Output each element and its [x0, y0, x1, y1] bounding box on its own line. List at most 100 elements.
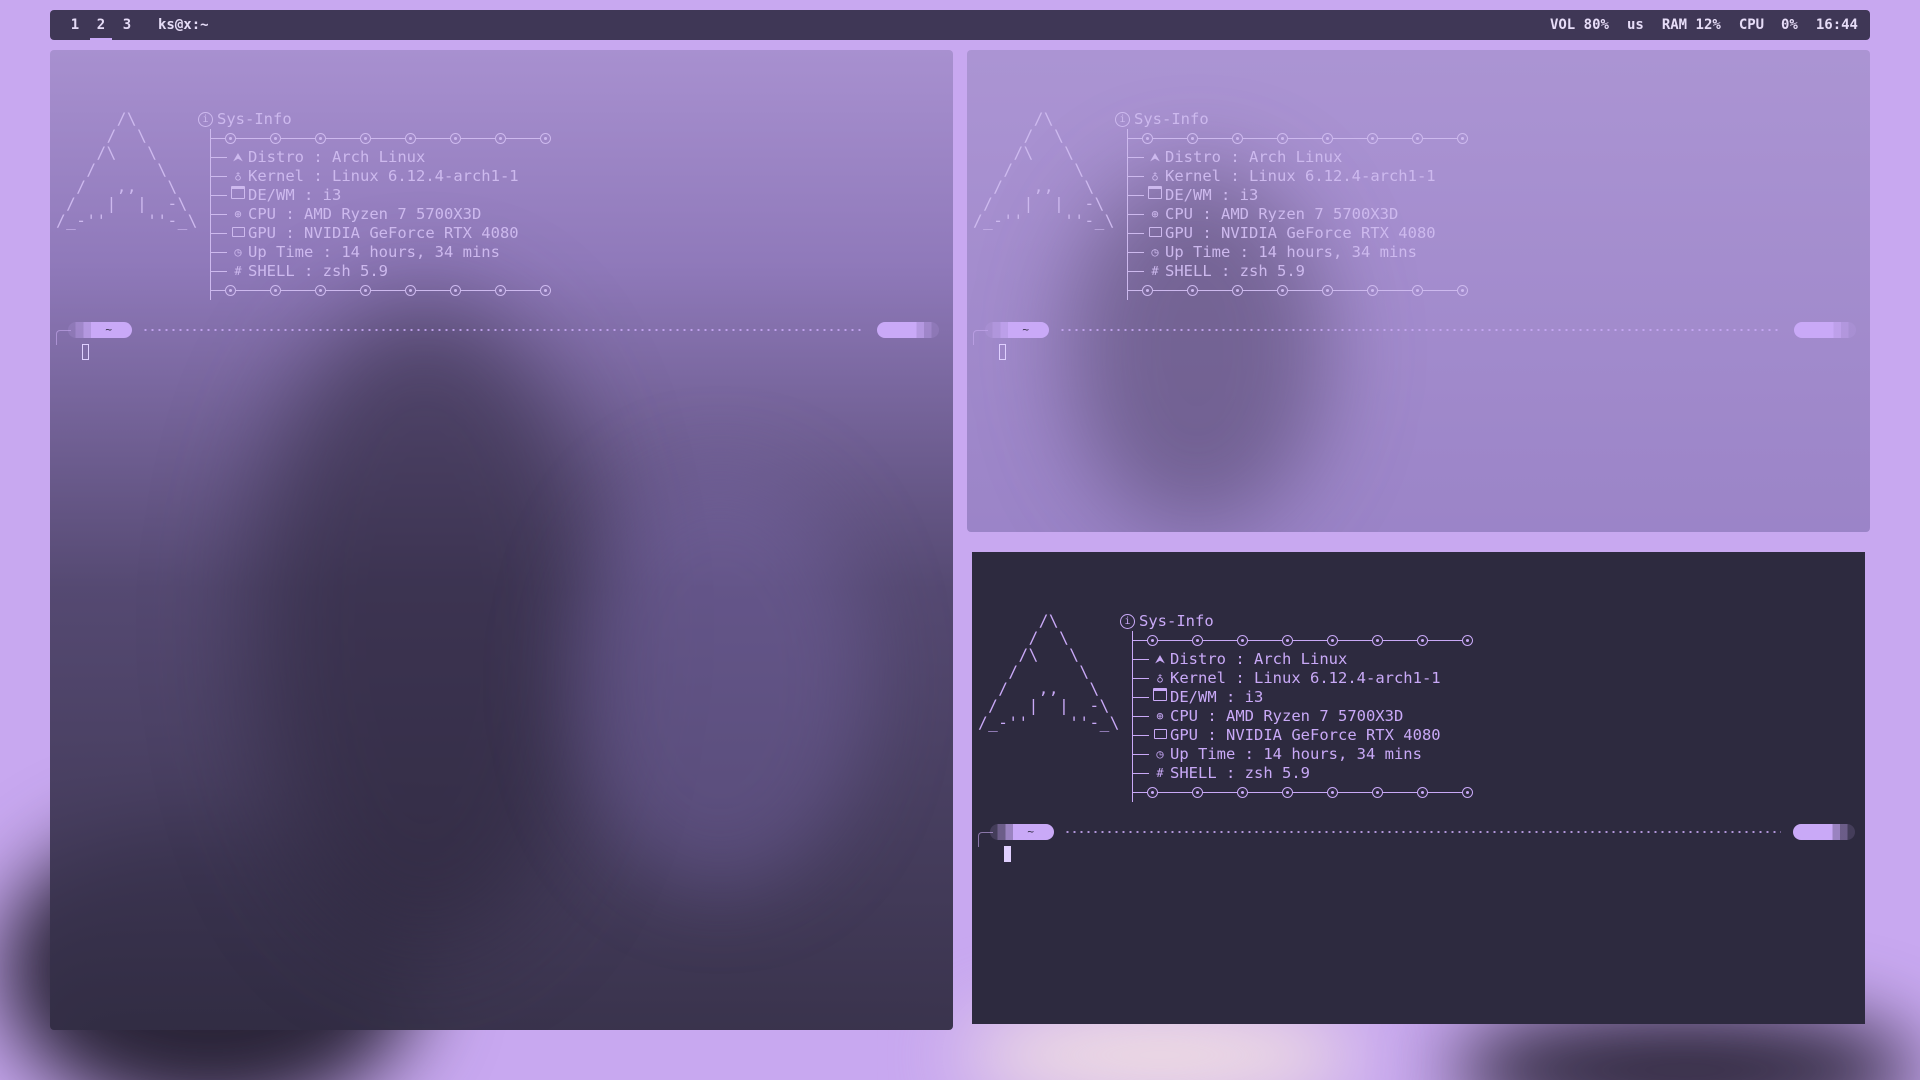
- tree-node-icon: [1237, 635, 1248, 646]
- sysinfo-row-distro: ⮝ Distro : Arch Linux: [1133, 650, 1473, 669]
- sysinfo-label: Kernel: [1170, 669, 1226, 687]
- sysinfo-title: Sys-Info: [217, 110, 292, 128]
- sysinfo-label: Kernel: [1165, 167, 1221, 185]
- info-icon: i: [1120, 614, 1135, 629]
- keyboard-layout-status[interactable]: us: [1627, 17, 1644, 33]
- sysinfo-value: i3: [1239, 186, 1259, 204]
- sysinfo-block: i Sys-Info ⮝ Distro : Arch Linux ♁ Kernel :…: [1120, 612, 1473, 802]
- cpu-icon: ⊕: [234, 207, 242, 221]
- sysinfo-value: NVIDIA GeForce RTX 4080: [304, 224, 519, 242]
- tree-node-icon: [1147, 635, 1158, 646]
- prompt-dir: ~: [1022, 323, 1029, 336]
- sysinfo-row-de-wm: DE/WM : i3: [1128, 186, 1468, 205]
- shell-prompt[interactable]: ~: [56, 322, 939, 360]
- workspace-2-button[interactable]: 2: [88, 10, 114, 40]
- tree-node-icon: [360, 133, 371, 144]
- prompt-dir: ~: [1027, 825, 1034, 838]
- sysinfo-separator: :: [1193, 224, 1221, 242]
- workspace-1-button[interactable]: 1: [62, 10, 88, 40]
- sysinfo-value: i3: [322, 186, 342, 204]
- tree-node-icon: [1277, 285, 1288, 296]
- sysinfo-row-up-time: ◷ Up Time : 14 hours, 34 mins: [1128, 243, 1468, 262]
- sysinfo-value: zsh 5.9: [1239, 262, 1305, 280]
- sysinfo-row-gpu: GPU : NVIDIA GeForce RTX 4080: [1128, 224, 1468, 243]
- sysinfo-value: AMD Ryzen 7 5700X3D: [1226, 707, 1404, 725]
- sysinfo-header: i Sys-Info: [198, 110, 551, 129]
- text-cursor: [82, 344, 89, 360]
- arch-icon: ⮝: [1149, 150, 1161, 164]
- sysinfo-tree: ⮝ Distro : Arch Linux ♁ Kernel : Linux 6.12…: [1127, 129, 1468, 300]
- info-icon: i: [1115, 112, 1130, 127]
- sysinfo-tree: ⮝ Distro : Arch Linux ♁ Kernel : Linux 6.12…: [210, 129, 551, 300]
- tree-node-icon: [1282, 787, 1293, 798]
- text-cursor: [999, 344, 1006, 360]
- sysinfo-separator: :: [1198, 726, 1226, 744]
- tree-node-icon: [1367, 133, 1378, 144]
- tree-node-icon: [1192, 635, 1203, 646]
- workspace-3-button[interactable]: 3: [114, 10, 140, 40]
- tree-node-icon: [1282, 635, 1293, 646]
- monitor-icon: [1153, 726, 1167, 745]
- tree-node-icon: [1327, 635, 1338, 646]
- tree-dot-divider: [211, 281, 551, 300]
- sysinfo-value: 14 hours, 34 mins: [1263, 745, 1422, 763]
- clock-icon: ◷: [234, 245, 242, 259]
- arch-ascii-logo: /\ / \ /\ \ / \ / ,, \ / | | -\ /_-'' ''…: [978, 611, 1120, 732]
- tree-node-icon: [1417, 787, 1428, 798]
- tree-node-icon: [1417, 635, 1428, 646]
- sysinfo-separator: :: [276, 224, 304, 242]
- prompt-right-pill: [1793, 824, 1855, 840]
- sysinfo-label: Kernel: [248, 167, 304, 185]
- tree-node-icon: [225, 285, 236, 296]
- tree-node-icon: [360, 285, 371, 296]
- sysinfo-label: SHELL: [1165, 262, 1212, 280]
- tree-node-icon: [1372, 635, 1383, 646]
- monitor-icon: [231, 224, 245, 243]
- sysinfo-separator: :: [1221, 148, 1249, 166]
- sysinfo-label: CPU: [1165, 205, 1193, 223]
- top-status-bar: 1 2 3 ks@x:~ VOL 80% us RAM 12% CPU 0% 1…: [50, 10, 1870, 40]
- tree-node-icon: [1457, 285, 1468, 296]
- window-icon: [1153, 688, 1167, 707]
- sysinfo-value: Linux 6.12.4-arch1-1: [1254, 669, 1441, 687]
- clock-icon: ◷: [1156, 747, 1164, 761]
- sysinfo-label: DE/WM: [248, 186, 295, 204]
- tree-node-icon: [1232, 285, 1243, 296]
- sysinfo-value: Arch Linux: [332, 148, 426, 166]
- tree-dot-divider: [1128, 129, 1468, 148]
- sysinfo-value: Arch Linux: [1249, 148, 1343, 166]
- tree-dot-divider: [211, 129, 551, 148]
- sysinfo-separator: :: [1216, 688, 1245, 706]
- sysinfo-value: zsh 5.9: [322, 262, 388, 280]
- status-blocks: VOL 80% us RAM 12% CPU 0% 16:44: [1550, 17, 1858, 33]
- tree-node-icon: [1322, 285, 1333, 296]
- sysinfo-tree: ⮝ Distro : Arch Linux ♁ Kernel : Linux 6.12…: [1132, 631, 1473, 802]
- prompt-right-pill: [877, 322, 939, 338]
- prompt-dotted-fill: [1064, 831, 1781, 833]
- shell-prompt[interactable]: ~: [973, 322, 1856, 360]
- sysinfo-row-shell: # SHELL : zsh 5.9: [1133, 764, 1473, 783]
- sysinfo-separator: :: [1216, 764, 1245, 782]
- tree-node-icon: [1187, 133, 1198, 144]
- sysinfo-separator: :: [294, 186, 323, 204]
- terminal-window-left[interactable]: /\ / \ /\ \ / \ / ,, \ / | | -\ /_-'' ''…: [50, 50, 953, 1030]
- arch-ascii-logo: /\ / \ /\ \ / \ / ,, \ / | | -\ /_-'' ''…: [56, 109, 198, 230]
- terminal-window-bottom-right[interactable]: /\ / \ /\ \ / \ / ,, \ / | | -\ /_-'' ''…: [972, 552, 1865, 1024]
- sysinfo-separator: :: [313, 243, 342, 261]
- sysinfo-value: i3: [1244, 688, 1264, 706]
- sysinfo-row-cpu: ⊕ CPU : AMD Ryzen 7 5700X3D: [1133, 707, 1473, 726]
- sysinfo-block: i Sys-Info ⮝ Distro : Arch Linux ♁ Kernel :…: [1115, 110, 1468, 300]
- arch-ascii-logo: /\ / \ /\ \ / \ / ,, \ / | | -\ /_-'' ''…: [973, 109, 1115, 230]
- sysinfo-title: Sys-Info: [1139, 612, 1214, 630]
- tree-node-icon: [315, 133, 326, 144]
- prompt-dir: ~: [105, 323, 112, 336]
- arch-icon: ⮝: [232, 150, 244, 164]
- volume-status[interactable]: VOL 80%: [1550, 17, 1609, 33]
- terminal-window-top-right[interactable]: /\ / \ /\ \ / \ / ,, \ / | | -\ /_-'' ''…: [967, 50, 1870, 532]
- sysinfo-label: SHELL: [248, 262, 295, 280]
- sysinfo-label: DE/WM: [1170, 688, 1217, 706]
- shell-prompt[interactable]: ~: [978, 824, 1855, 862]
- clock-status: 16:44: [1815, 17, 1858, 33]
- sysinfo-value: NVIDIA GeForce RTX 4080: [1226, 726, 1441, 744]
- linux-icon: ♁: [1156, 671, 1164, 685]
